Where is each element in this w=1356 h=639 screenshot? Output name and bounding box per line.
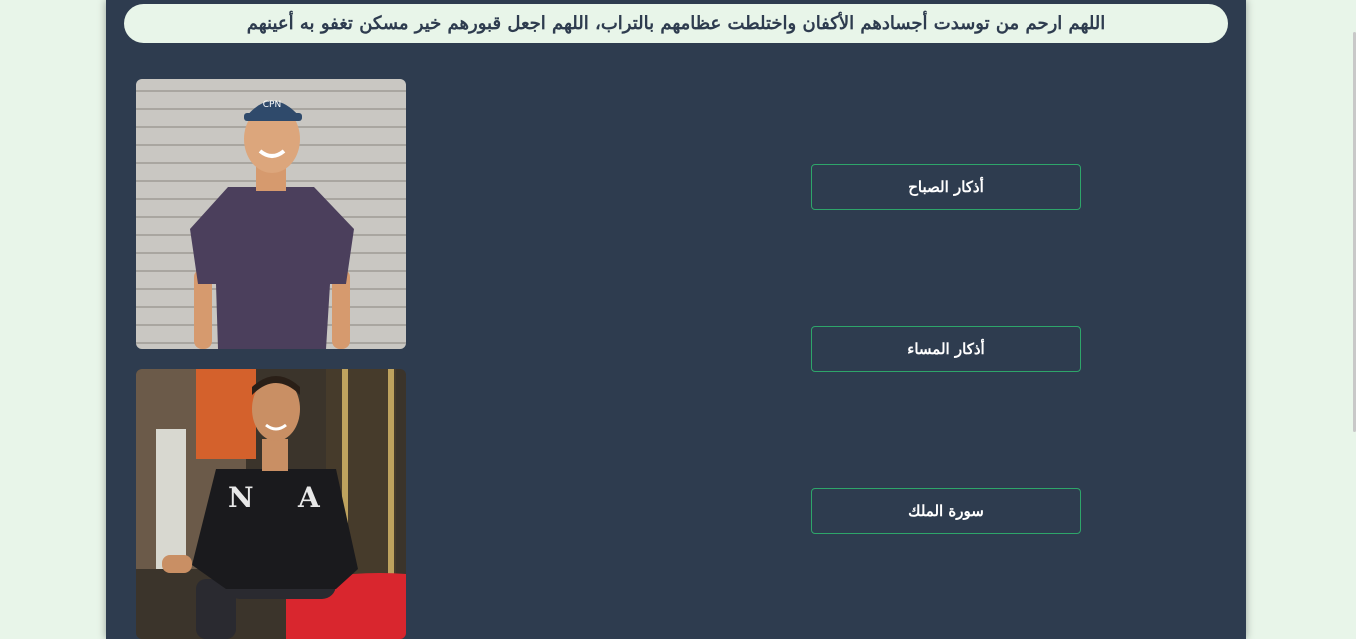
evening-adhkar-button[interactable]: أذكار المساء — [811, 326, 1081, 372]
main-panel: اللهم ارحم من توسدت أجسادهم الأكفان واخت… — [106, 0, 1246, 639]
page-scrollbar[interactable] — [1352, 0, 1356, 639]
prayer-banner: اللهم ارحم من توسدت أجسادهم الأكفان واخت… — [124, 4, 1228, 43]
morning-adhkar-label: أذكار الصباح — [908, 178, 984, 196]
svg-text:CPN: CPN — [263, 100, 281, 110]
evening-adhkar-label: أذكار المساء — [907, 340, 985, 358]
svg-text:N: N — [228, 481, 254, 514]
morning-adhkar-button[interactable]: أذكار الصباح — [811, 164, 1081, 210]
portrait-photo-2: N A — [136, 369, 406, 639]
surah-al-mulk-button[interactable]: سورة الملك — [811, 488, 1081, 534]
portrait-photo-1: CPN — [136, 79, 406, 349]
prayer-banner-text: اللهم ارحم من توسدت أجسادهم الأكفان واخت… — [246, 13, 1106, 34]
svg-text:A: A — [297, 481, 321, 514]
surah-al-mulk-label: سورة الملك — [908, 502, 984, 520]
